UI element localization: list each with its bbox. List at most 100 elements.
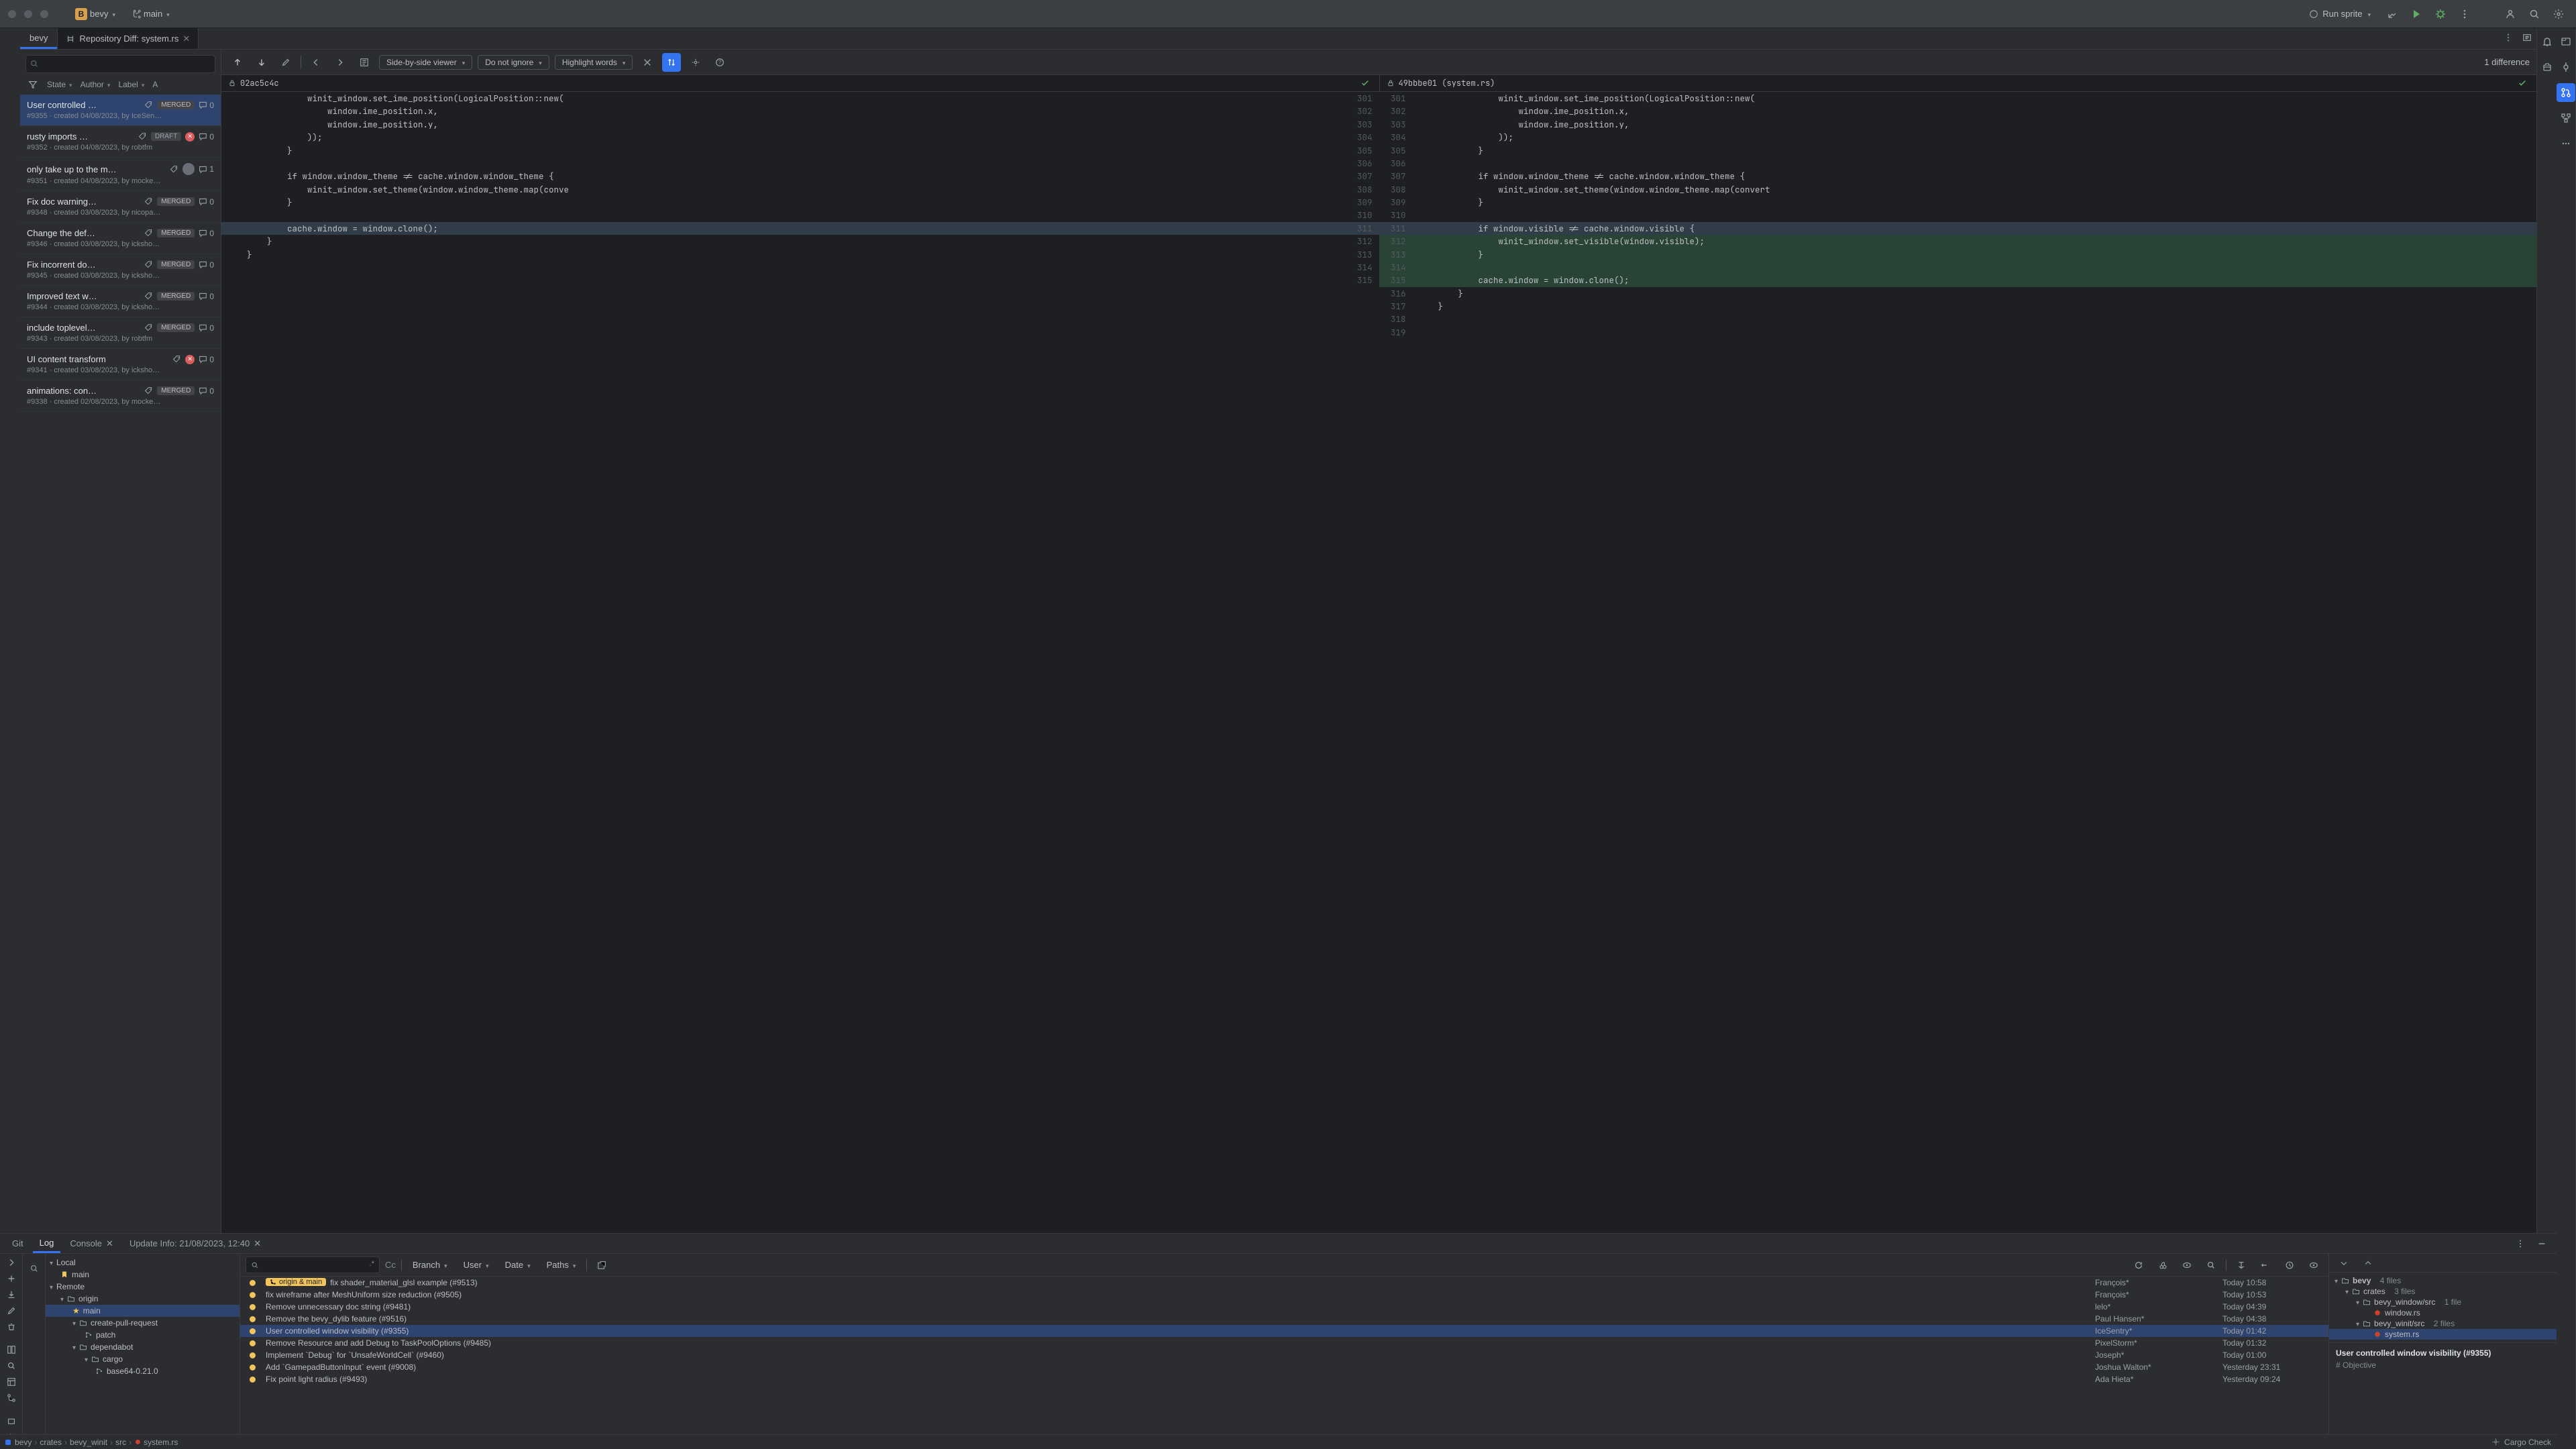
pr-item[interactable]: include toplevel…MERGED0#9343 · created … — [20, 317, 221, 349]
build-button[interactable] — [2383, 5, 2402, 23]
commit-row[interactable]: User controlled window visibility (#9355… — [240, 1325, 2328, 1337]
diff-body[interactable]: winit_window.set_ime_position(LogicalPos… — [221, 92, 2536, 1233]
pr-item[interactable]: Improved text w…MERGED0#9344 · created 0… — [20, 286, 221, 317]
restore-layout-icon[interactable] — [2, 1377, 21, 1387]
ft-crates[interactable]: crates 3 files — [2329, 1286, 2557, 1297]
history-icon[interactable] — [2280, 1256, 2299, 1275]
highlight-combo[interactable]: Highlight words — [555, 55, 633, 70]
pr-item[interactable]: only take up to the m…1#9351 · created 0… — [20, 158, 221, 191]
pr-item[interactable]: Fix incorrent do…MERGED0#9345 · created … — [20, 254, 221, 286]
go-to-hash-icon[interactable] — [2232, 1256, 2251, 1275]
tree-cargo[interactable]: cargo — [46, 1353, 239, 1365]
edit-remote-icon[interactable] — [2, 1306, 21, 1316]
minimize-icon[interactable] — [2532, 1234, 2551, 1253]
ft-root[interactable]: bevy 4 files — [2329, 1275, 2557, 1286]
breadcrumb[interactable]: bevy›crates›bevy_winit›src›system.rs — [15, 1438, 178, 1447]
commit-row[interactable]: Remove unnecessary doc string (#9481)lel… — [240, 1301, 2328, 1313]
filter-label[interactable]: Label — [118, 80, 144, 89]
tree-patch[interactable]: patch — [46, 1329, 239, 1341]
commit-row[interactable]: Fix point light radius (#9493)Ada Hieta*… — [240, 1373, 2328, 1385]
code-with-me-icon[interactable] — [2501, 5, 2520, 23]
cargo-tool-icon[interactable] — [2538, 58, 2557, 76]
tree-origin-main[interactable]: ★main — [46, 1305, 239, 1317]
breadcrumb-segment[interactable]: system.rs — [134, 1438, 178, 1447]
debug-button[interactable] — [2431, 5, 2450, 23]
diff-preview-icon[interactable] — [2, 1345, 21, 1354]
project-panel-tab[interactable]: bevy — [20, 28, 57, 49]
filter-user-combo[interactable]: User — [458, 1258, 494, 1272]
pr-item[interactable]: UI content transform✕0#9341 · created 03… — [20, 349, 221, 380]
pr-item[interactable]: animations: con…MERGED0#9338 · created 0… — [20, 380, 221, 412]
cherry-pick-icon[interactable] — [2153, 1256, 2172, 1275]
diff-settings-icon[interactable] — [686, 53, 705, 72]
open-new-tab-icon[interactable] — [592, 1256, 611, 1275]
show-commit-icon[interactable] — [2178, 1256, 2196, 1275]
cargo-bottom-icon[interactable] — [2, 1416, 21, 1426]
filter-author[interactable]: Author — [80, 80, 111, 89]
commits-list[interactable]: origin & mainfix shader_material_glsl ex… — [240, 1277, 2328, 1434]
close-icon[interactable]: ✕ — [106, 1238, 113, 1249]
search-everywhere-icon[interactable] — [2525, 5, 2544, 23]
pr-item[interactable]: Fix doc warning…MERGED0#9348 · created 0… — [20, 191, 221, 223]
show-diff-list-icon[interactable] — [355, 53, 374, 72]
new-branch-icon[interactable] — [2, 1274, 21, 1283]
filter-icon[interactable] — [27, 78, 39, 91]
ft-expand-icon[interactable] — [2334, 1254, 2353, 1273]
tab-git[interactable]: Git — [5, 1235, 30, 1252]
tree-local-main[interactable]: main — [46, 1269, 239, 1281]
ft-system-rs[interactable]: system.rs — [2329, 1329, 2557, 1340]
branch-selector[interactable]: main — [126, 6, 175, 21]
tree-dependabot[interactable]: dependabot — [46, 1341, 239, 1353]
reader-mode-icon[interactable] — [2518, 28, 2536, 47]
cargo-check-label[interactable]: Cargo Check — [2504, 1438, 2551, 1447]
edit-diff-icon[interactable] — [276, 53, 295, 72]
structure-tool-icon[interactable] — [2557, 109, 2575, 127]
intellisort-icon[interactable] — [2304, 1256, 2323, 1275]
run-button[interactable] — [2407, 5, 2426, 23]
ft-bevy-winit[interactable]: bevy_winit/src 2 files — [2329, 1318, 2557, 1329]
pr-search-input[interactable] — [25, 55, 215, 73]
commit-row[interactable]: Remove Resource and add Debug to TaskPoo… — [240, 1337, 2328, 1349]
filter-branch-combo[interactable]: Branch — [407, 1258, 453, 1272]
filter-date-combo[interactable]: Date — [500, 1258, 536, 1272]
editor-tab-diff[interactable]: Repository Diff: system.rs ✕ — [58, 28, 199, 49]
tree-cpr[interactable]: create-pull-request — [46, 1317, 239, 1329]
ft-bevy-window[interactable]: bevy_window/src 1 file — [2329, 1297, 2557, 1307]
traffic-min[interactable] — [24, 10, 32, 18]
commit-row[interactable]: origin & mainfix shader_material_glsl ex… — [240, 1277, 2328, 1289]
ft-window-rs[interactable]: window.rs — [2329, 1307, 2557, 1318]
ft-collapse-icon[interactable] — [2359, 1254, 2377, 1273]
tab-menu-icon[interactable] — [2499, 28, 2518, 47]
notifications-icon[interactable] — [2538, 32, 2557, 51]
commit-row[interactable]: Remove the bevy_dylib feature (#9516)Pau… — [240, 1313, 2328, 1325]
nav-fwd-icon[interactable] — [331, 53, 350, 72]
filter-paths-combo[interactable]: Paths — [541, 1258, 582, 1272]
commit-row[interactable]: Implement `Debug` for `UnsafeWorldCell` … — [240, 1349, 2328, 1361]
filter-state[interactable]: State — [47, 80, 72, 89]
pr-item[interactable]: Change the def…MERGED0#9346 · created 03… — [20, 223, 221, 254]
pr-item[interactable]: rusty imports …DRAFT✕0#9352 · created 04… — [20, 126, 221, 158]
commit-row[interactable]: Add `GamepadButtonInput` event (#9008)Jo… — [240, 1361, 2328, 1373]
refresh-icon[interactable] — [2129, 1256, 2148, 1275]
collapse-unchanged-icon[interactable] — [638, 53, 657, 72]
tree-origin[interactable]: origin — [46, 1293, 239, 1305]
match-case-toggle[interactable]: Cc — [385, 1260, 396, 1270]
branch-search-icon[interactable] — [25, 1259, 44, 1278]
close-icon[interactable]: ✕ — [254, 1238, 261, 1249]
run-config-selector[interactable]: Run sprite — [2302, 6, 2377, 21]
whitespace-combo[interactable]: Do not ignore — [478, 55, 549, 70]
pull-requests-tool-icon[interactable] — [2557, 83, 2575, 102]
breadcrumb-segment[interactable]: bevy_winit — [70, 1438, 107, 1447]
diff-help-icon[interactable]: ? — [710, 53, 729, 72]
breadcrumb-segment[interactable]: src — [115, 1438, 126, 1447]
breadcrumb-segment[interactable]: crates — [40, 1438, 62, 1447]
viewer-mode-combo[interactable]: Side-by-side viewer — [379, 55, 472, 70]
prev-diff-icon[interactable] — [228, 53, 247, 72]
settings-icon[interactable] — [2549, 5, 2568, 23]
traffic-close[interactable] — [8, 10, 16, 18]
tab-console[interactable]: Console✕ — [63, 1235, 120, 1252]
fetch-icon[interactable] — [2, 1290, 21, 1299]
traffic-max[interactable] — [40, 10, 48, 18]
commit-search-input[interactable] — [246, 1256, 380, 1273]
more-actions-button[interactable] — [2455, 5, 2474, 23]
